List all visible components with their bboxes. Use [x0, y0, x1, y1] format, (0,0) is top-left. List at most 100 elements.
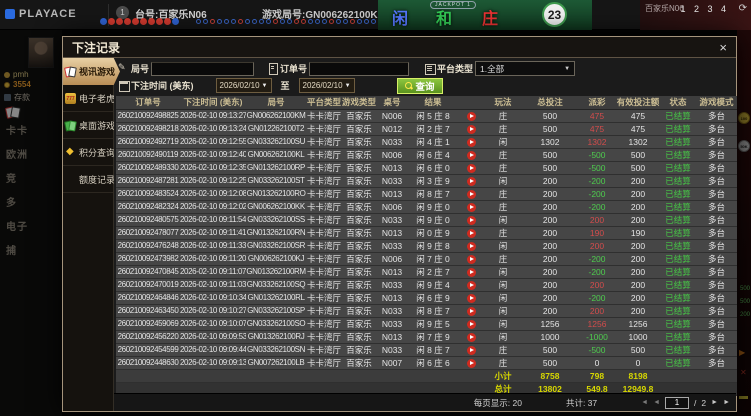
page-number-input[interactable]: 1: [665, 396, 690, 409]
cell-status: 已结算: [660, 226, 696, 240]
cell-order: 260210092498825: [116, 109, 180, 123]
replay-icon[interactable]: [466, 202, 476, 212]
refresh-icon[interactable]: ⟳: [739, 3, 747, 14]
cell-total: 200: [522, 252, 578, 266]
cell-replay: [458, 304, 484, 318]
date-to-picker[interactable]: 2026/02/10 ▼: [298, 78, 355, 93]
cell-replay: [458, 135, 484, 149]
last-page-button[interactable]: ►: [723, 399, 730, 406]
cell-total: 200: [522, 226, 578, 240]
menu-item-credit-records[interactable]: 额度记录: [63, 166, 115, 193]
cell-result: 闲 7 庄 0: [408, 252, 458, 266]
bead: [196, 19, 201, 24]
replay-icon[interactable]: [466, 189, 476, 199]
bead: [343, 19, 348, 24]
cell-play: 庄: [484, 226, 522, 240]
replay-icon[interactable]: [466, 267, 476, 277]
replay-icon[interactable]: [466, 293, 476, 303]
cell-play: 庄: [484, 148, 522, 162]
cell-mode: 多台: [696, 239, 737, 253]
replay-icon[interactable]: [466, 319, 476, 329]
cell-game: 百家乐: [342, 356, 376, 370]
replay-icon[interactable]: [466, 163, 476, 173]
video-table-name: 百家乐N06: [645, 4, 684, 13]
replay-icon[interactable]: [466, 254, 476, 264]
cell-payout: -200: [578, 174, 616, 188]
close-button[interactable]: ×: [719, 41, 727, 54]
cell-status: 已结算: [660, 239, 696, 253]
menu-item-points[interactable]: 积分查询: [63, 139, 115, 166]
replay-icon[interactable]: [466, 137, 476, 147]
cell-game: 百家乐: [342, 109, 376, 123]
replay-icon[interactable]: [466, 358, 476, 368]
cell-status: 已结算: [660, 213, 696, 227]
cell-platform: 卡卡湾厅: [306, 239, 342, 253]
platform-select[interactable]: 1.全部 ▼: [475, 61, 576, 76]
cell-total: 500: [522, 161, 578, 175]
bead-road: [100, 18, 179, 25]
replay-icon[interactable]: [466, 228, 476, 238]
cell-total: 1302: [522, 135, 578, 149]
records-table-wrap: 订单号 下注时间 (美东) 局号 平台类型 游戏类型 桌号 结果 玩法 总投注 派彩 有效投注额 状态…: [114, 95, 737, 396]
replay-icon[interactable]: [466, 215, 476, 225]
menu-item-table-games[interactable]: 桌面游戏: [63, 112, 115, 139]
cell-total: 200: [522, 174, 578, 188]
cell-valid: 200: [616, 291, 660, 305]
cell-payout: -500: [578, 343, 616, 357]
cell-round: GN006262100KL: [246, 148, 306, 162]
cell-game: 百家乐: [342, 213, 376, 227]
bead: [280, 19, 285, 24]
round-number-icon: [118, 62, 129, 74]
cell-table: N033: [376, 278, 408, 292]
cell-game: 百家乐: [342, 161, 376, 175]
menu-item-slots[interactable]: 电子老虎机: [63, 85, 124, 112]
bet-area-banker[interactable]: 庄: [482, 5, 498, 29]
replay-icon[interactable]: [466, 150, 476, 160]
cell-platform: 卡卡湾厅: [306, 265, 342, 279]
cell-status: 已结算: [660, 109, 696, 123]
date-from-picker[interactable]: 2026/02/10 ▼: [215, 78, 272, 93]
bead: [273, 19, 278, 24]
video-header: 百家乐N06 1 2 3 4 ⟳: [640, 0, 751, 30]
cell-game: 百家乐: [342, 330, 376, 344]
cell-game: 百家乐: [342, 278, 376, 292]
cell-time: 2026-02-10 09:09:44: [180, 343, 246, 357]
menu-item-live-games[interactable]: 视讯游戏: [63, 58, 120, 85]
cell-round: GN033262100SS: [246, 213, 306, 227]
cell-status: 已结算: [660, 148, 696, 162]
bead: [231, 19, 236, 24]
replay-icon[interactable]: [466, 176, 476, 186]
replay-icon[interactable]: [466, 332, 476, 342]
cell-time: 2026-02-10 09:10:34: [180, 291, 246, 305]
replay-icon[interactable]: [466, 111, 476, 121]
bead: [238, 19, 243, 24]
replay-icon[interactable]: [466, 280, 476, 290]
prev-page-button[interactable]: ◄: [653, 399, 660, 406]
cell-table: N033: [376, 317, 408, 331]
round-number-input[interactable]: [151, 61, 255, 76]
cell-game: 百家乐: [342, 252, 376, 266]
bet-area-player[interactable]: 闲: [392, 5, 408, 29]
road-tab-numbers[interactable]: 1 2 3 4: [680, 4, 729, 14]
first-page-button[interactable]: ◄: [641, 399, 648, 406]
chevron-down-icon: ▼: [564, 65, 571, 72]
cell-mode: 多台: [696, 109, 737, 123]
cell-play: 闲: [484, 174, 522, 188]
cell-round: GN033262100SN: [246, 343, 306, 357]
cell-game: 百家乐: [342, 317, 376, 331]
table-row: 260210092489330 2026-02-10 09:12:35 GN0132…: [116, 161, 737, 175]
column-header: 总投注: [522, 96, 578, 110]
replay-icon[interactable]: [466, 241, 476, 251]
search-button[interactable]: 查询: [396, 77, 443, 94]
bead: [301, 19, 306, 24]
cell-replay: [458, 252, 484, 266]
next-page-button[interactable]: ►: [711, 399, 718, 406]
order-number-input[interactable]: [309, 61, 410, 76]
replay-icon[interactable]: [466, 306, 476, 316]
cell-payout: 200: [578, 213, 616, 227]
cell-platform: 卡卡湾厅: [306, 304, 342, 318]
column-header: 下注时间 (美东): [180, 96, 246, 110]
replay-icon[interactable]: [466, 345, 476, 355]
cell-status: 已结算: [660, 122, 696, 136]
replay-icon[interactable]: [466, 124, 476, 134]
